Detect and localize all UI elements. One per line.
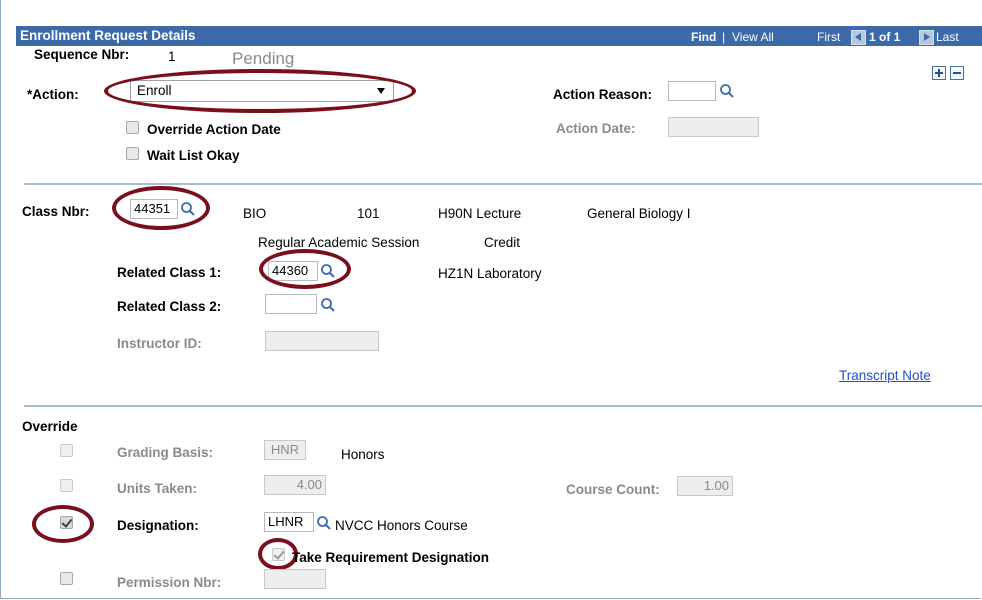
search-icon[interactable] — [719, 83, 735, 99]
wait-list-checkbox[interactable] — [126, 147, 139, 160]
permission-nbr-checkbox[interactable] — [60, 572, 73, 585]
section-divider — [24, 183, 982, 185]
permission-nbr-field — [264, 569, 326, 589]
previous-row-button[interactable] — [851, 29, 866, 45]
instructor-id-label: Instructor ID: — [117, 336, 202, 351]
sequence-value: 1 — [168, 49, 176, 64]
grading-basis-desc: Honors — [341, 447, 385, 462]
class-nbr-label: Class Nbr: — [22, 204, 90, 219]
course-count-label: Course Count: — [566, 482, 660, 497]
related-class-1-input[interactable]: 44360 — [268, 261, 318, 281]
find-link[interactable]: Find — [691, 30, 716, 44]
grading-basis-checkbox — [60, 444, 73, 457]
search-icon[interactable] — [320, 263, 336, 279]
subject: BIO — [243, 206, 267, 221]
row-count: 1 of 1 — [869, 30, 901, 44]
section-component: H90N Lecture — [438, 206, 522, 221]
transcript-note-link[interactable]: Transcript Note — [839, 368, 931, 383]
related-class-2-input[interactable] — [265, 294, 317, 314]
units-taken-checkbox — [60, 479, 73, 492]
action-selected-value: Enroll — [137, 83, 172, 98]
grid-header: Enrollment Request Details Find | View A… — [16, 26, 982, 46]
related-class-2-label: Related Class 2: — [117, 299, 222, 314]
search-icon[interactable] — [180, 201, 196, 217]
search-icon[interactable] — [320, 297, 336, 313]
units-taken-label: Units Taken: — [117, 481, 198, 496]
search-icon[interactable] — [316, 515, 332, 531]
arrow-left-icon — [855, 32, 861, 41]
action-reason-label: Action Reason: — [553, 87, 653, 102]
add-row-button[interactable] — [932, 66, 946, 80]
header-separator: | — [722, 30, 726, 44]
session: Regular Academic Session — [258, 235, 420, 250]
override-heading: Override — [22, 419, 78, 434]
section-divider — [24, 405, 982, 407]
permission-nbr-label: Permission Nbr: — [117, 575, 222, 590]
related-class-1-desc: HZ1N Laboratory — [438, 266, 542, 281]
designation-input[interactable]: LHNR — [264, 512, 314, 532]
action-reason-input[interactable] — [668, 81, 716, 101]
action-date-label: Action Date: — [556, 121, 636, 136]
grading-basis-field: HNR — [264, 440, 306, 460]
first-link[interactable]: First — [817, 30, 840, 44]
catalog-nbr: 101 — [357, 206, 380, 221]
course-count-field: 1.00 — [677, 476, 733, 496]
request-status: Pending — [232, 49, 295, 68]
take-requirement-checkbox — [272, 548, 285, 561]
credit-type: Credit — [484, 235, 521, 250]
delete-row-button[interactable] — [950, 66, 964, 80]
chevron-down-icon — [377, 88, 385, 94]
course-title: General Biology I — [587, 206, 691, 221]
action-date-field — [668, 117, 759, 137]
last-link[interactable]: Last — [936, 30, 959, 44]
designation-checkbox[interactable] — [60, 516, 73, 529]
action-select[interactable]: Enroll — [130, 80, 394, 102]
next-row-button[interactable] — [919, 29, 934, 45]
action-label: *Action: — [27, 87, 79, 102]
units-taken-field: 4.00 — [264, 475, 326, 495]
arrow-right-icon — [924, 32, 930, 41]
grading-basis-label: Grading Basis: — [117, 445, 214, 460]
override-action-date-label: Override Action Date — [147, 122, 281, 137]
class-nbr-input[interactable]: 44351 — [130, 199, 178, 219]
designation-label: Designation: — [117, 518, 199, 533]
override-action-date-checkbox[interactable] — [126, 121, 139, 134]
sequence-label: Sequence Nbr: — [34, 47, 130, 62]
view-all-link[interactable]: View All — [732, 30, 774, 44]
designation-desc: NVCC Honors Course — [335, 518, 468, 533]
instructor-id-field — [265, 331, 379, 351]
wait-list-label: Wait List Okay — [147, 148, 240, 163]
take-requirement-label: Take Requirement Designation — [292, 550, 490, 565]
section-title: Enrollment Request Details — [20, 28, 196, 43]
related-class-1-label: Related Class 1: — [117, 265, 222, 280]
